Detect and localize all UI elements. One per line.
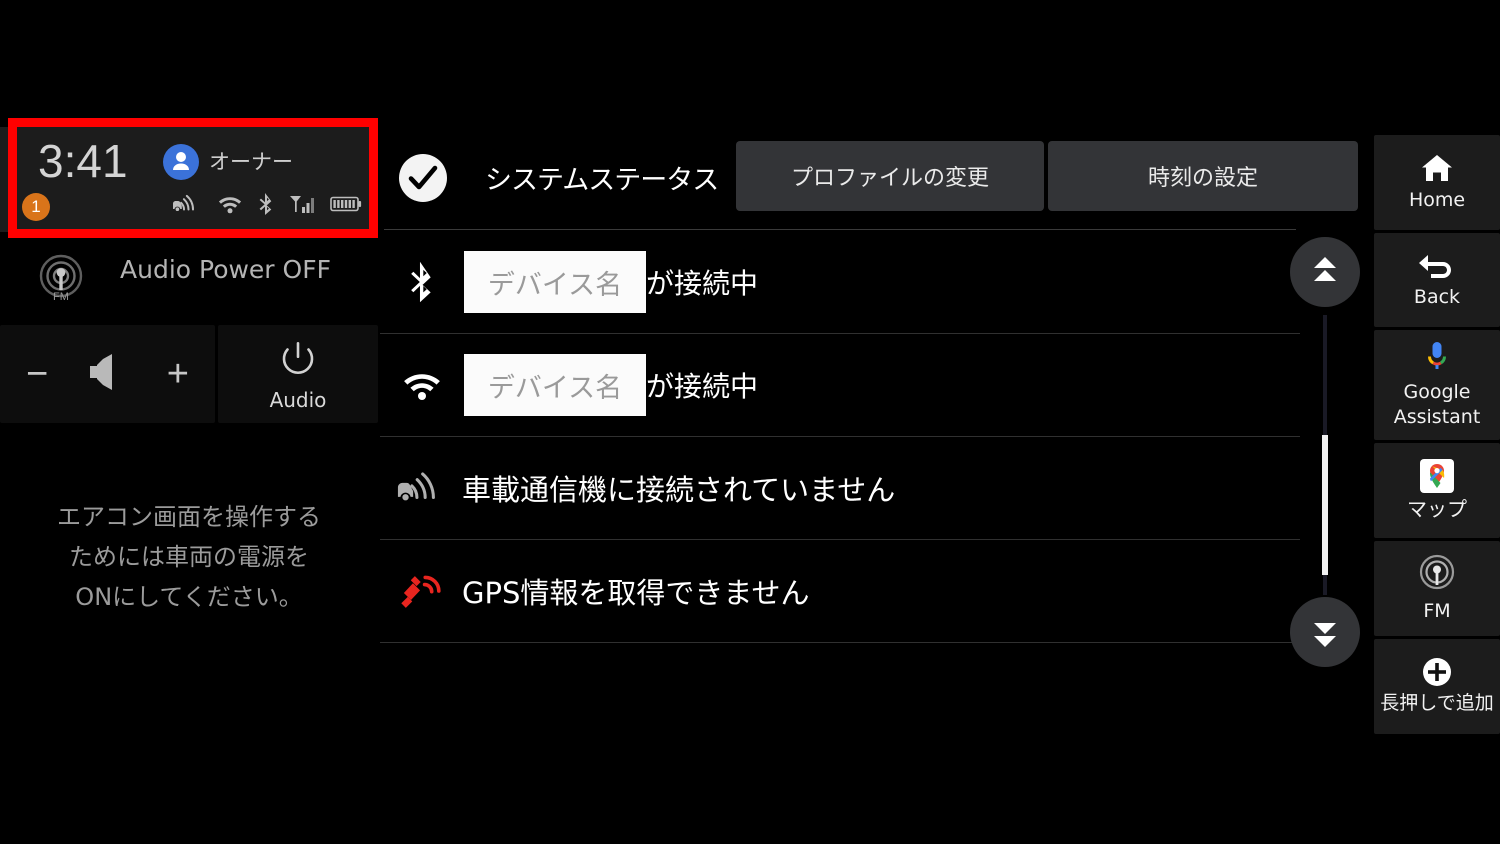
bluetooth-icon [258,192,274,221]
header-divider [384,229,1296,230]
svg-text:FM: FM [53,291,69,303]
plus-circle-icon [1422,657,1452,687]
audio-power-row[interactable]: FM Audio Power OFF [0,235,378,325]
sidebar-item-label: FM [1423,600,1451,622]
left-panel: 3:41 オーナー 1 FM Audio Power OFF − + Audio… [0,127,378,687]
status-bar-icons [172,192,362,221]
scroll-up-icon [1314,257,1336,281]
row-status-text: GPS情報を取得できません [462,576,810,610]
fm-radio-icon [1416,553,1458,595]
volume-down-button[interactable]: − [12,355,62,393]
cellular-signal-icon [289,194,315,220]
scroll-up-button[interactable] [1290,237,1360,307]
clock-settings-button[interactable]: 時刻の設定 [1048,141,1358,211]
telematics-icon [380,469,464,507]
status-bar-top: 3:41 オーナー [0,135,378,191]
wifi-icon [217,194,243,219]
gps-satellite-icon [380,569,464,613]
audio-power-label: Audio Power OFF [120,255,331,284]
sidebar-item-google-assistant[interactable]: Google Assistant [1374,330,1500,440]
telematics-icon [172,193,202,220]
climate-message-line-3: ONにしてください。 [75,583,303,611]
sidebar-item-add-shortcut[interactable]: 長押しで追加 [1374,639,1500,734]
climate-message: エアコン画面を操作する ためには車両の電源を ONにしてください。 [0,497,378,617]
check-circle-icon [398,153,448,208]
avatar-glyph [173,152,189,170]
google-assistant-mic-icon [1424,340,1450,376]
power-icon [276,337,320,386]
sidebar-item-label: マップ [1407,497,1467,521]
volume-control-group: − + [0,325,215,423]
page-title: システムステータス [485,165,719,196]
fm-radio-icon: FM [33,250,89,311]
sidebar-item-back[interactable]: Back [1374,233,1500,327]
speaker-icon[interactable] [86,352,128,397]
right-sidebar: Home Back Google Assistant マップ FM 長押しで追加 [1374,135,1500,737]
volume-up-button[interactable]: + [153,355,203,393]
system-status-header: システムステータス プロファイルの変更 時刻の設定 [380,141,1370,217]
back-arrow-icon [1417,251,1457,281]
row-status-text: が接続中 [646,370,759,403]
device-name-chip[interactable]: デバイス名 [464,251,646,313]
row-status-text: 車載通信機に接続されていません [462,473,896,507]
clock-time: 3:41 [38,135,128,187]
scroll-down-icon [1314,623,1336,647]
google-maps-icon [1420,459,1454,493]
device-name-chip[interactable]: デバイス名 [464,354,646,416]
climate-message-line-1: エアコン画面を操作する [57,503,321,531]
scrollbar [1280,237,1370,767]
sidebar-item-label: Back [1413,285,1461,308]
climate-message-line-2: ためには車両の電源を [69,543,309,571]
battery-icon [330,195,362,218]
table-row[interactable]: GPS情報を取得できません [380,540,1300,643]
table-row[interactable]: 車載通信機に接続されていません [380,437,1300,540]
change-profile-button[interactable]: プロファイルの変更 [736,141,1044,211]
audio-button-label: Audio [269,387,327,412]
sidebar-item-fm[interactable]: FM [1374,541,1500,636]
head-unit-screen: 3:41 オーナー 1 FM Audio Power OFF − + Audio… [0,0,1500,844]
table-row[interactable]: デバイス名 が接続中 [380,334,1300,437]
sidebar-item-label: 長押しで追加 [1380,692,1494,714]
audio-controls: − + Audio [0,325,378,423]
audio-power-button[interactable]: Audio [218,325,378,423]
sidebar-item-home[interactable]: Home [1374,135,1500,230]
table-row[interactable]: デバイス名 が接続中 [380,231,1300,334]
wifi-icon [380,369,464,401]
owner-name-label: オーナー [209,150,293,174]
sidebar-item-label: Home [1408,189,1466,211]
notification-badge[interactable]: 1 [22,193,50,221]
home-icon [1420,152,1454,184]
row-status-text: が接続中 [646,267,759,300]
scroll-down-button[interactable] [1290,597,1360,667]
status-row-list: デバイス名 が接続中 デバイス名 が接続中 車載通信機に接続されていません GP… [380,231,1300,643]
sidebar-item-label: Google Assistant [1393,381,1481,428]
main-content: システムステータス プロファイルの変更 時刻の設定 デバイス名 が接続中 デバイ… [380,127,1370,727]
status-bar[interactable]: 3:41 オーナー 1 [0,127,378,232]
sidebar-item-maps[interactable]: マップ [1374,443,1500,538]
user-avatar-icon[interactable] [163,144,199,180]
bluetooth-icon [380,260,464,304]
scroll-thumb[interactable] [1322,435,1328,575]
